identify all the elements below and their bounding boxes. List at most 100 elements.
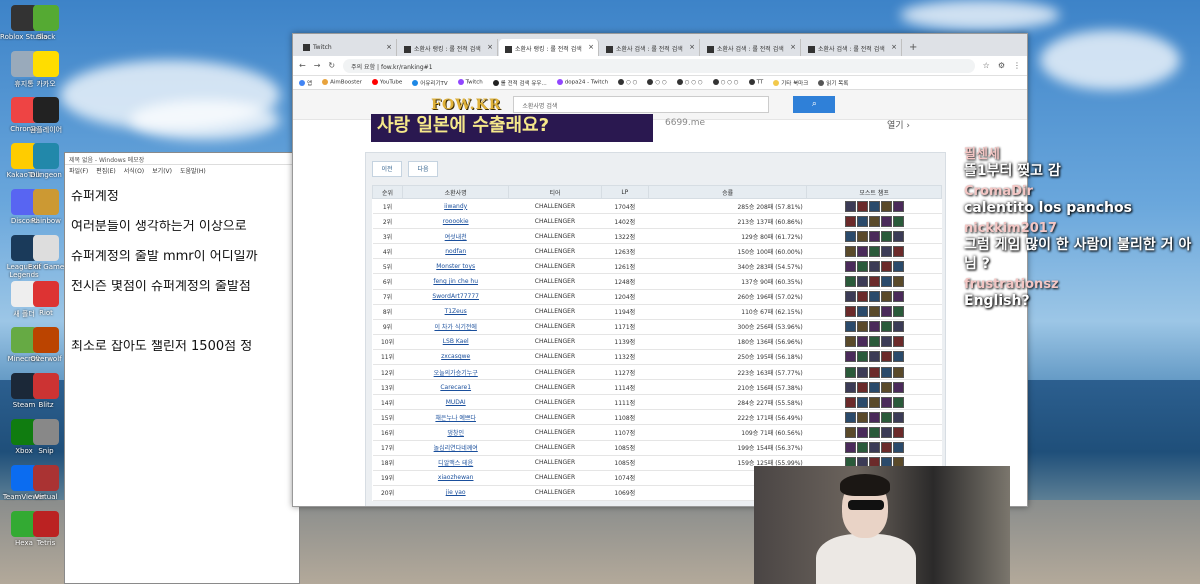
champion-icon[interactable]: [856, 442, 868, 454]
champion-icon[interactable]: [892, 381, 904, 393]
champion-icon[interactable]: [856, 215, 868, 227]
champion-icon[interactable]: [892, 321, 904, 333]
table-row[interactable]: 15위 채은누나 예쁘다 CHALLENGER 1108점 222승 171패 (56.…: [372, 409, 942, 426]
champion-icon[interactable]: [892, 366, 904, 378]
table-row[interactable]: 1위 iiwandy CHALLENGER 1704점 285승 208패 (57.81…: [372, 198, 942, 215]
tab-search[interactable]: 소환사 검색 : 롤 전적 검색 ×: [600, 39, 700, 56]
champion-icon[interactable]: [856, 260, 868, 272]
champion-icon[interactable]: [892, 336, 904, 348]
champion-icon[interactable]: [844, 245, 856, 257]
champion-icon[interactable]: [868, 426, 880, 438]
column-header[interactable]: 순위: [371, 185, 404, 199]
table-row[interactable]: 7위 SwordArt77777 CHALLENGER 1204점 260승 196패 …: [372, 289, 942, 305]
champion-icon[interactable]: [844, 336, 856, 348]
champion-icon[interactable]: [892, 245, 904, 257]
champion-icon[interactable]: [880, 442, 892, 454]
champion-icon[interactable]: [892, 411, 904, 423]
champion-icon[interactable]: [844, 215, 856, 227]
champion-icon[interactable]: [880, 426, 892, 438]
summoner-name-link[interactable]: feng jin che hu: [402, 273, 509, 290]
champion-icon[interactable]: [856, 321, 868, 333]
champion-icon[interactable]: [844, 276, 856, 288]
champion-icon[interactable]: [880, 276, 892, 288]
champion-icon[interactable]: [868, 396, 880, 408]
summoner-name-link[interactable]: 채은누나 예쁘다: [402, 409, 509, 426]
champion-icon[interactable]: [880, 366, 892, 378]
summoner-name-link[interactable]: 이 차가 식기전에: [402, 319, 509, 335]
bookmark-item[interactable]: ○ ○: [618, 79, 637, 86]
champion-icon[interactable]: [868, 336, 880, 348]
champion-icon[interactable]: [868, 366, 880, 378]
champion-icon[interactable]: [868, 351, 880, 363]
site-logo[interactable]: FOW.KR: [431, 97, 501, 113]
champion-icon[interactable]: [856, 411, 868, 423]
champion-icon[interactable]: [892, 426, 904, 438]
table-row[interactable]: 9위 이 차가 식기전에 CHALLENGER 1171점 300승 256패 (53.…: [372, 319, 942, 335]
champion-icon[interactable]: [844, 200, 856, 212]
summoner-name-link[interactable]: iiwandy: [402, 198, 509, 215]
champion-icon[interactable]: [856, 306, 868, 318]
champion-icon[interactable]: [892, 230, 904, 242]
bookmark-item[interactable]: AimBooster: [322, 79, 362, 86]
desktop-icon[interactable]: Tetris: [22, 511, 70, 547]
menu-edit[interactable]: 편집(E): [96, 166, 116, 175]
table-row[interactable]: 17위 놀심리연다네께여 CHALLENGER 1085점 199승 154패 (56.…: [372, 440, 942, 456]
bookmark-item[interactable]: 어유리기TV: [412, 79, 448, 87]
champion-icon[interactable]: [880, 245, 892, 257]
summoner-name-link[interactable]: 여섯내천: [402, 228, 509, 245]
champion-icon[interactable]: [868, 245, 880, 257]
desktop-icon[interactable]: Dungeon: [22, 143, 70, 179]
menu-dots-icon[interactable]: ⋮: [1013, 61, 1021, 70]
summoner-name-link[interactable]: 디알맥스 테윤: [402, 455, 509, 471]
column-header[interactable]: 소환사명: [402, 185, 510, 199]
champion-icon[interactable]: [892, 351, 904, 363]
close-icon[interactable]: ×: [689, 43, 695, 51]
champion-icon[interactable]: [880, 260, 892, 272]
tab-ranking-active[interactable]: 소환사 랭킹 : 롤 전적 검색 ×: [499, 39, 599, 56]
champion-icon[interactable]: [892, 215, 904, 227]
close-icon[interactable]: ×: [487, 43, 493, 51]
champion-icon[interactable]: [868, 321, 880, 333]
champion-icon[interactable]: [856, 381, 868, 393]
table-row[interactable]: 11위 zxcasqwe CHALLENGER 1132점 250승 195패 (56.…: [372, 349, 942, 366]
next-button[interactable]: 다음: [408, 161, 438, 177]
close-icon[interactable]: ×: [790, 43, 796, 51]
bookmark-item[interactable]: TT: [748, 79, 763, 86]
table-row[interactable]: 12위 오늘의가승기누구 CHALLENGER 1127점 223승 163패 (57.…: [372, 364, 942, 381]
bookmark-item[interactable]: YouTube: [371, 79, 402, 86]
champion-icon[interactable]: [892, 291, 904, 303]
menu-file[interactable]: 파일(F): [69, 166, 88, 175]
bookmark-item[interactable]: ○ ○ ○: [676, 79, 703, 86]
table-row[interactable]: 6위 feng jin che hu CHALLENGER 1248점 137승 90패…: [372, 273, 942, 290]
champion-icon[interactable]: [868, 291, 880, 303]
extension-icon[interactable]: ⚙: [998, 61, 1005, 70]
summoner-name-link[interactable]: zxcasqwe: [402, 349, 509, 366]
champion-icon[interactable]: [868, 276, 880, 288]
desktop-icon[interactable]: 곰플레이어: [22, 97, 70, 135]
champion-icon[interactable]: [880, 396, 892, 408]
champion-icon[interactable]: [880, 291, 892, 303]
summoner-name-link[interactable]: jie yao: [402, 485, 509, 501]
column-header[interactable]: LP: [600, 185, 650, 199]
desktop-icon[interactable]: Overwolf: [22, 327, 70, 363]
champion-icon[interactable]: [844, 351, 856, 363]
close-icon[interactable]: ×: [386, 43, 392, 51]
ad-banner[interactable]: 사랑 일본에 수출래요?: [371, 114, 653, 142]
summoner-name-link[interactable]: Monster toys: [402, 258, 509, 275]
bookmark-item[interactable]: 읽기 목록: [818, 79, 848, 87]
table-row[interactable]: 2위 rooookie CHALLENGER 1402점 213승 137패 (60.8…: [372, 213, 942, 230]
summoner-name-link[interactable]: 놀심리연다네께여: [402, 440, 509, 456]
desktop-icon[interactable]: 카카오: [22, 51, 70, 89]
desktop-icon[interactable]: Exit Game: [22, 235, 70, 271]
notepad-window[interactable]: 제목 없음 - Windows 메모장 파일(F) 편집(E) 서식(O) 보기…: [64, 152, 300, 584]
summoner-name-link[interactable]: xiaozhewan: [402, 470, 509, 486]
url-input[interactable]: 주의 요함 | fow.kr/ranking#1: [343, 58, 975, 73]
summoner-name-link[interactable]: T1Zeus: [402, 304, 509, 320]
champion-icon[interactable]: [880, 351, 892, 363]
champion-icon[interactable]: [880, 306, 892, 318]
champion-icon[interactable]: [880, 230, 892, 242]
forward-arrow-icon[interactable]: →: [314, 61, 321, 70]
champion-icon[interactable]: [856, 200, 868, 212]
table-row[interactable]: 10위 LSB Kael CHALLENGER 1139점 180승 136패 (56.…: [372, 334, 942, 350]
summoner-search-input[interactable]: 소환사명 검색: [513, 96, 770, 113]
